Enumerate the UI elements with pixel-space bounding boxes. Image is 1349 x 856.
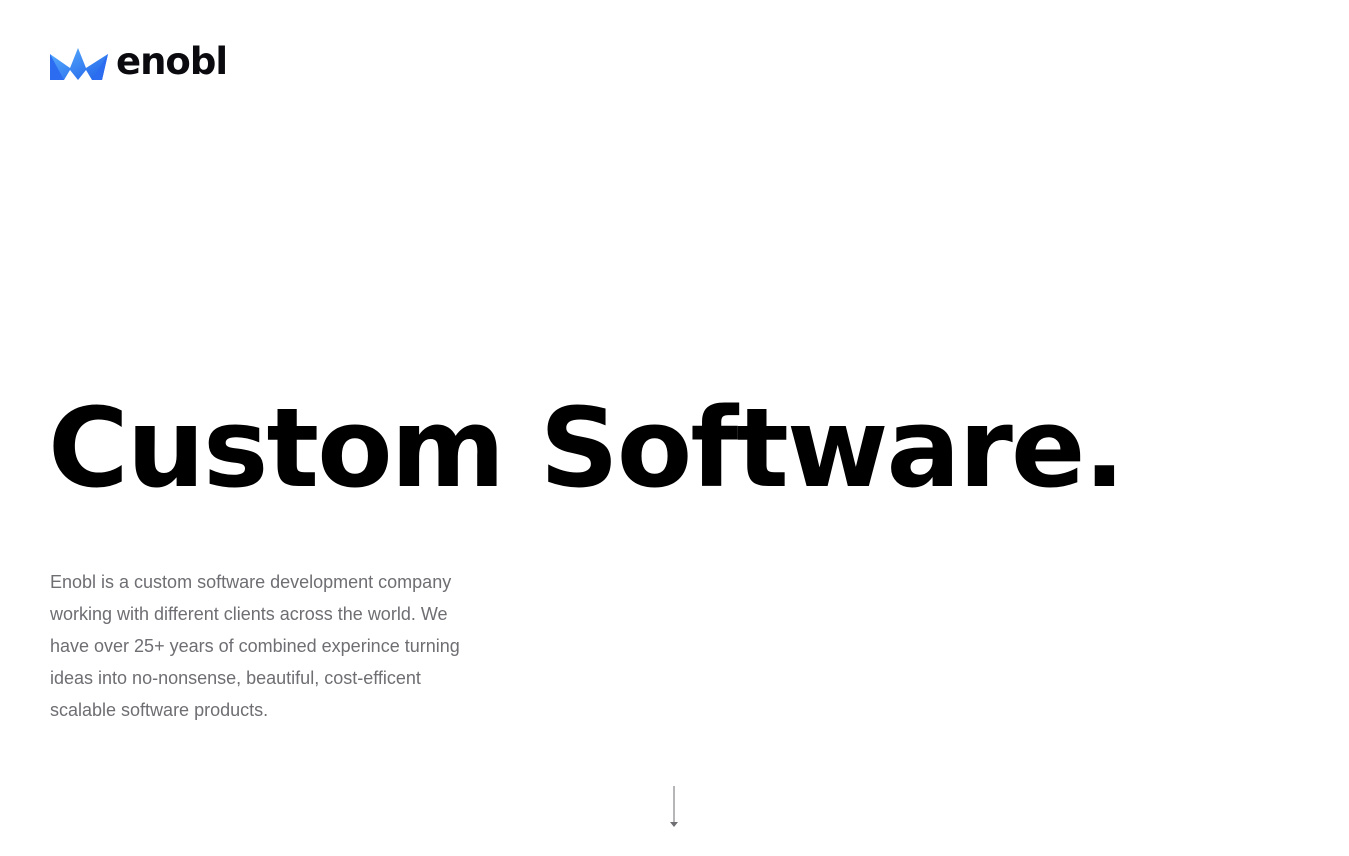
site-header: enobl	[50, 39, 228, 84]
brand-wordmark: enobl	[116, 39, 228, 83]
logo-link[interactable]: enobl	[50, 39, 228, 83]
hero-description: Enobl is a custom software development c…	[50, 572, 460, 720]
hero-title: Custom Software.	[48, 384, 1125, 512]
page: enobl Custom Software. Enobl is a custom…	[0, 0, 1349, 856]
arrow-down-icon[interactable]	[666, 786, 682, 828]
crown-icon	[50, 48, 108, 80]
